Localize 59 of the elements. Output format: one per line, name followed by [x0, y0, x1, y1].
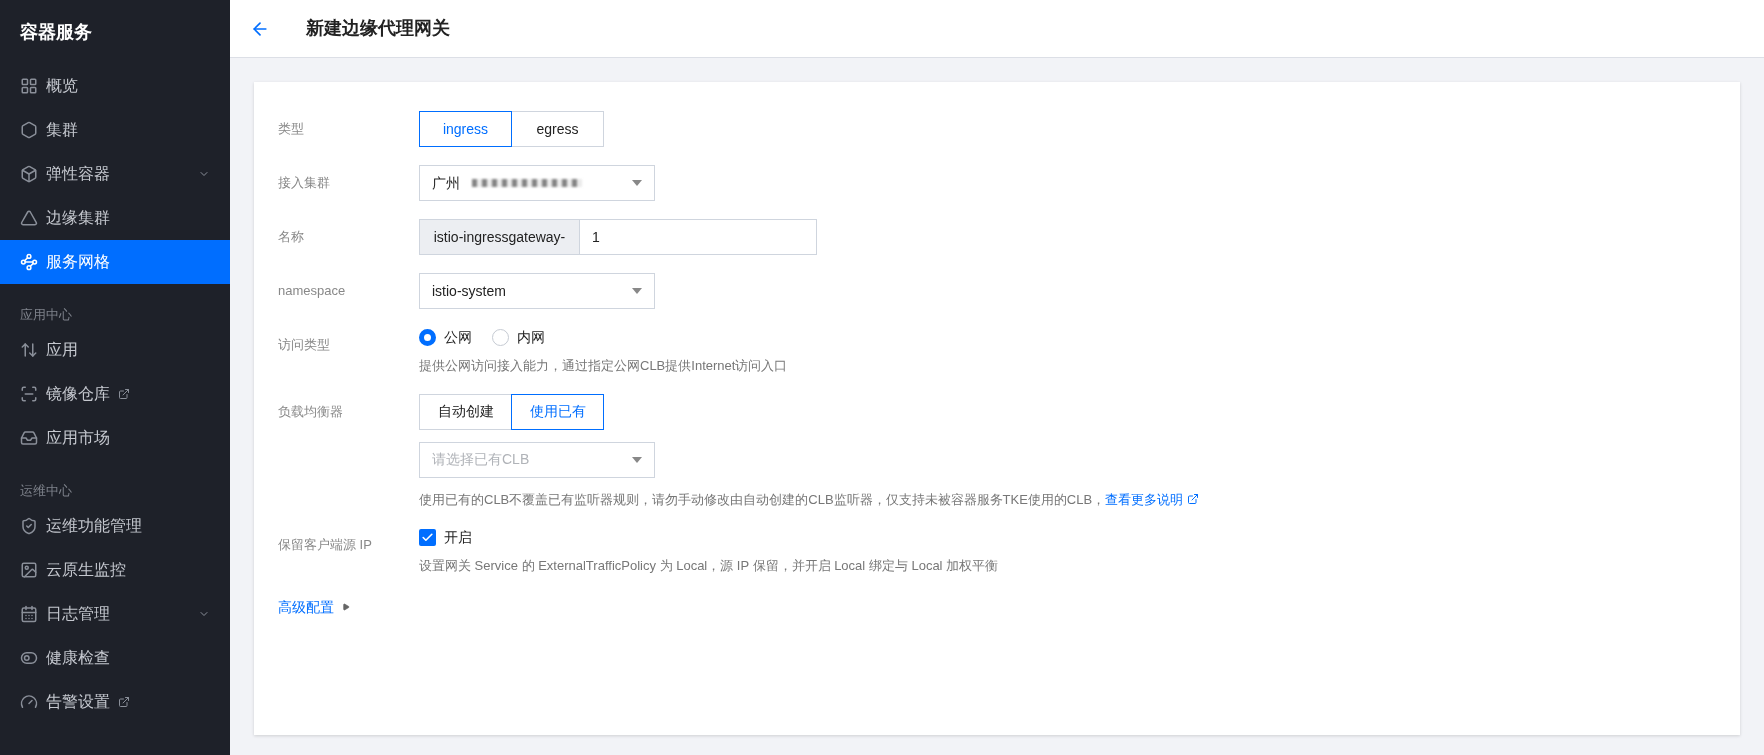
field-label: 保留客户端源 IP — [278, 536, 373, 555]
section-heading: 应用中心 — [19, 305, 73, 324]
field-label: 类型 — [278, 120, 305, 139]
section-heading: 运维中心 — [19, 481, 73, 500]
hint-text: 提供公网访问接入能力，通过指定公网CLB提供Internet访问入口 — [419, 357, 788, 375]
field-label: namespace — [278, 282, 347, 301]
radio-button[interactable] — [419, 329, 436, 346]
expand-triangle-icon — [342, 603, 350, 611]
grid-icon — [20, 77, 38, 95]
segment-tab[interactable]: egress — [511, 111, 604, 147]
input-prefix: istio-ingressgateway- — [419, 219, 580, 255]
external-link-icon — [1187, 493, 1200, 506]
field-label: 访问类型 — [278, 336, 331, 355]
select-field[interactable]: 广州 — [419, 165, 655, 201]
sidebar-item[interactable]: 边缘集群 — [0, 196, 230, 240]
hint-text: 设置网关 Service 的 ExternalTrafficPolicy 为 Local，源 IP 保留，并开启 Local 绑定与 Local 加权平衡 — [419, 557, 999, 575]
dropdown-caret-icon — [632, 288, 642, 294]
advanced-settings-link[interactable]: 高级配置 — [278, 596, 334, 618]
name-input[interactable]: 1 — [580, 219, 817, 255]
sidebar-item[interactable]: 应用 — [0, 328, 230, 372]
hint-text: 使用已有的CLB不覆盖已有监听器规则，请勿手动修改由自动创建的CLB监听器，仅支持未被容器服务TKE使用的CLB， — [419, 490, 1106, 509]
dropdown-caret-icon — [632, 456, 642, 463]
shield-icon — [20, 517, 38, 535]
radio-label: 公网 — [444, 328, 472, 347]
calendar-icon — [20, 605, 38, 623]
dropdown-caret-icon — [632, 180, 642, 186]
page-title: 新建边缘代理网关 — [306, 17, 450, 40]
field-label: 负载均衡器 — [278, 402, 344, 421]
mesh-icon — [20, 253, 38, 271]
segment-tab[interactable]: 使用已有 — [511, 393, 604, 430]
sidebar-item[interactable]: 告警设置 — [0, 680, 230, 724]
toggle-icon — [20, 649, 38, 667]
sidebar-item[interactable]: 云原生监控 — [0, 548, 230, 592]
triangle-icon — [20, 209, 38, 227]
sidebar-item[interactable]: 镜像仓库 — [0, 372, 230, 416]
sidebar-item[interactable]: 日志管理 — [0, 592, 230, 636]
select-field[interactable]: istio-system — [419, 273, 655, 309]
segment-tab[interactable]: ingress — [419, 111, 512, 147]
cube-icon — [20, 165, 38, 183]
radio-label: 内网 — [517, 328, 545, 347]
segment-tab[interactable]: 自动创建 — [419, 393, 512, 430]
checkbox[interactable] — [419, 529, 436, 546]
checkbox-label: 开启 — [444, 528, 472, 547]
more-info-link[interactable]: 查看更多说明 — [1105, 489, 1184, 509]
hexagon-icon — [20, 121, 38, 139]
sidebar-item[interactable]: 服务网格 — [0, 240, 230, 284]
sidebar-item[interactable]: 弹性容器 — [0, 152, 230, 196]
gauge-icon — [20, 693, 38, 711]
field-label: 接入集群 — [278, 174, 331, 193]
sidebar-item[interactable]: 概览 — [0, 64, 230, 108]
checkmark-icon — [421, 531, 434, 544]
sidebar-item[interactable]: 应用市场 — [0, 416, 230, 460]
sidebar-item[interactable]: 集群 — [0, 108, 230, 152]
sidebar-item[interactable]: 健康检查 — [0, 636, 230, 680]
tray-icon — [20, 429, 38, 447]
app-title: 容器服务 — [19, 20, 93, 44]
sidebar-item[interactable]: 运维功能管理 — [0, 504, 230, 548]
field-label: 名称 — [278, 228, 305, 247]
arrows-icon — [20, 341, 38, 359]
